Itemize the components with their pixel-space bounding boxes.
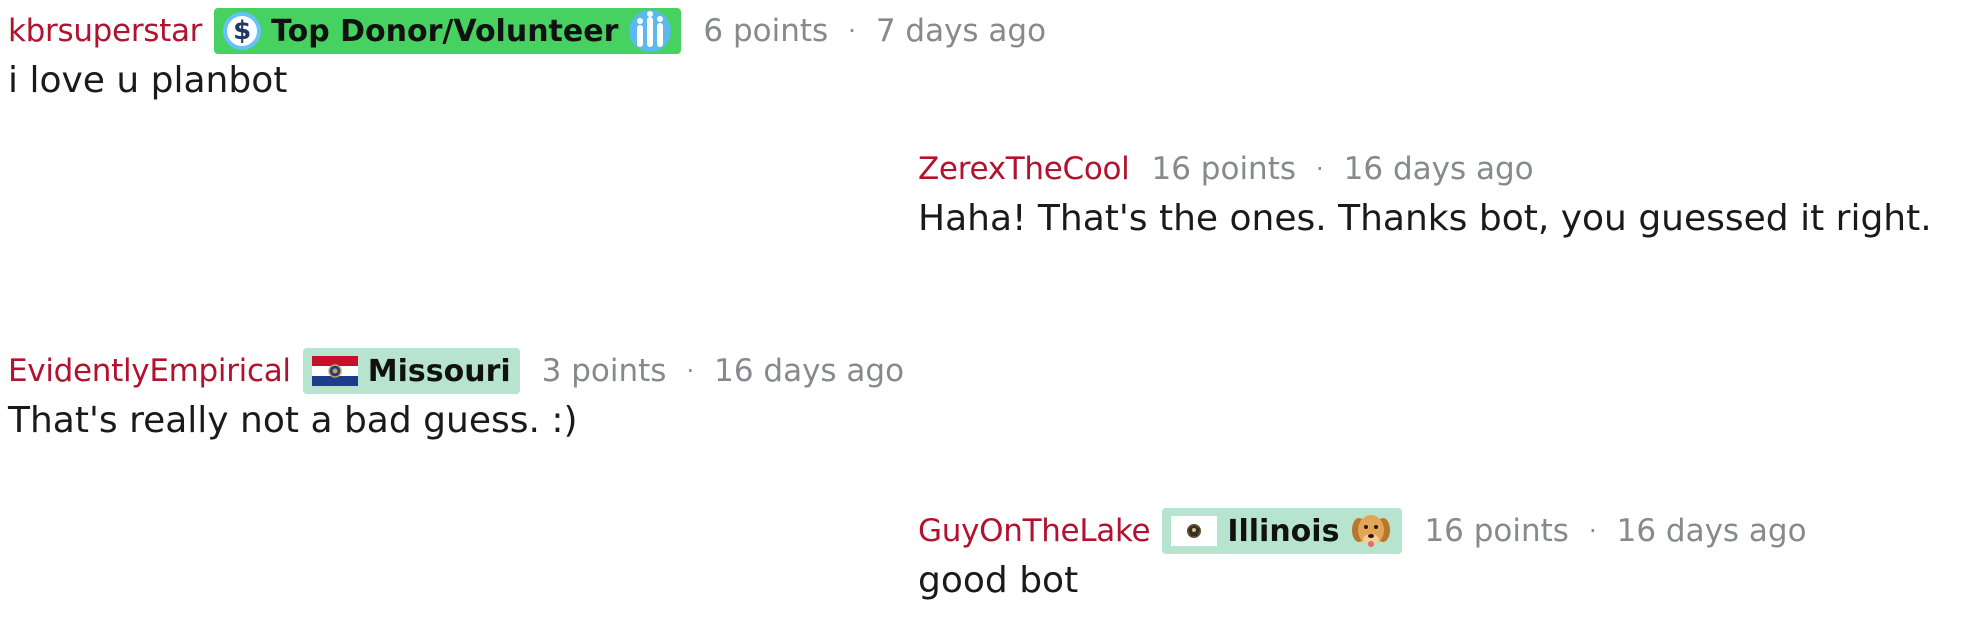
comment-meta: GuyOnTheLake Illinois 16 points · 16 day…: [918, 508, 1807, 554]
separator-dot: ·: [848, 17, 856, 45]
comment-kbrsuperstar: kbrsuperstar $ Top Donor/Volunteer 6 poi…: [8, 8, 1046, 101]
score: 16 points: [1424, 513, 1569, 549]
separator-dot: ·: [1316, 155, 1324, 183]
score: 3 points: [541, 353, 667, 389]
score: 16 points: [1151, 151, 1297, 187]
comment-body: Haha! That's the ones. Thanks bot, you g…: [918, 198, 1932, 239]
timestamp[interactable]: 16 days ago: [1617, 513, 1807, 549]
missouri-flag-icon: [311, 356, 358, 386]
flair-label: Missouri: [367, 353, 511, 389]
user-flair: $ Top Donor/Volunteer: [214, 8, 682, 54]
illinois-flag-icon: [1171, 516, 1218, 546]
flair-label: Top Donor/Volunteer: [271, 13, 619, 49]
user-flair: Missouri: [302, 348, 520, 394]
timestamp[interactable]: 16 days ago: [1344, 151, 1534, 187]
comment-body: i love u planbot: [8, 60, 288, 101]
flair-label: Illinois: [1227, 513, 1340, 549]
comment-body: good bot: [918, 560, 1079, 601]
user-flair: Illinois: [1162, 508, 1403, 554]
timestamp[interactable]: 16 days ago: [714, 353, 904, 389]
comment-meta: ZerexTheCool 16 points · 16 days ago: [918, 146, 1932, 192]
comment-guyonthelake: GuyOnTheLake Illinois 16 points · 16 day…: [918, 508, 1807, 601]
separator-dot: ·: [1588, 517, 1597, 545]
comment-evidentlyempirical: EvidentlyEmpirical Missouri 3 points · 1…: [8, 348, 904, 441]
author-link[interactable]: GuyOnTheLake: [918, 513, 1151, 549]
comment-meta: EvidentlyEmpirical Missouri 3 points · 1…: [8, 348, 904, 394]
golden-retriever-icon: [1352, 515, 1391, 547]
comment-body: That's really not a bad guess. :): [8, 400, 578, 441]
dollar-coin-icon: $: [223, 12, 262, 50]
author-link[interactable]: ZerexTheCool: [918, 151, 1130, 187]
author-link[interactable]: kbrsuperstar: [8, 13, 202, 49]
raised-hands-icon: [629, 10, 672, 52]
separator-dot: ·: [686, 357, 695, 385]
comment-meta: kbrsuperstar $ Top Donor/Volunteer 6 poi…: [8, 8, 1046, 54]
comment-zerexthecool: ZerexTheCool 16 points · 16 days ago Hah…: [918, 146, 1932, 239]
timestamp[interactable]: 7 days ago: [876, 13, 1046, 49]
score: 6 points: [703, 13, 829, 49]
author-link[interactable]: EvidentlyEmpirical: [8, 353, 291, 389]
